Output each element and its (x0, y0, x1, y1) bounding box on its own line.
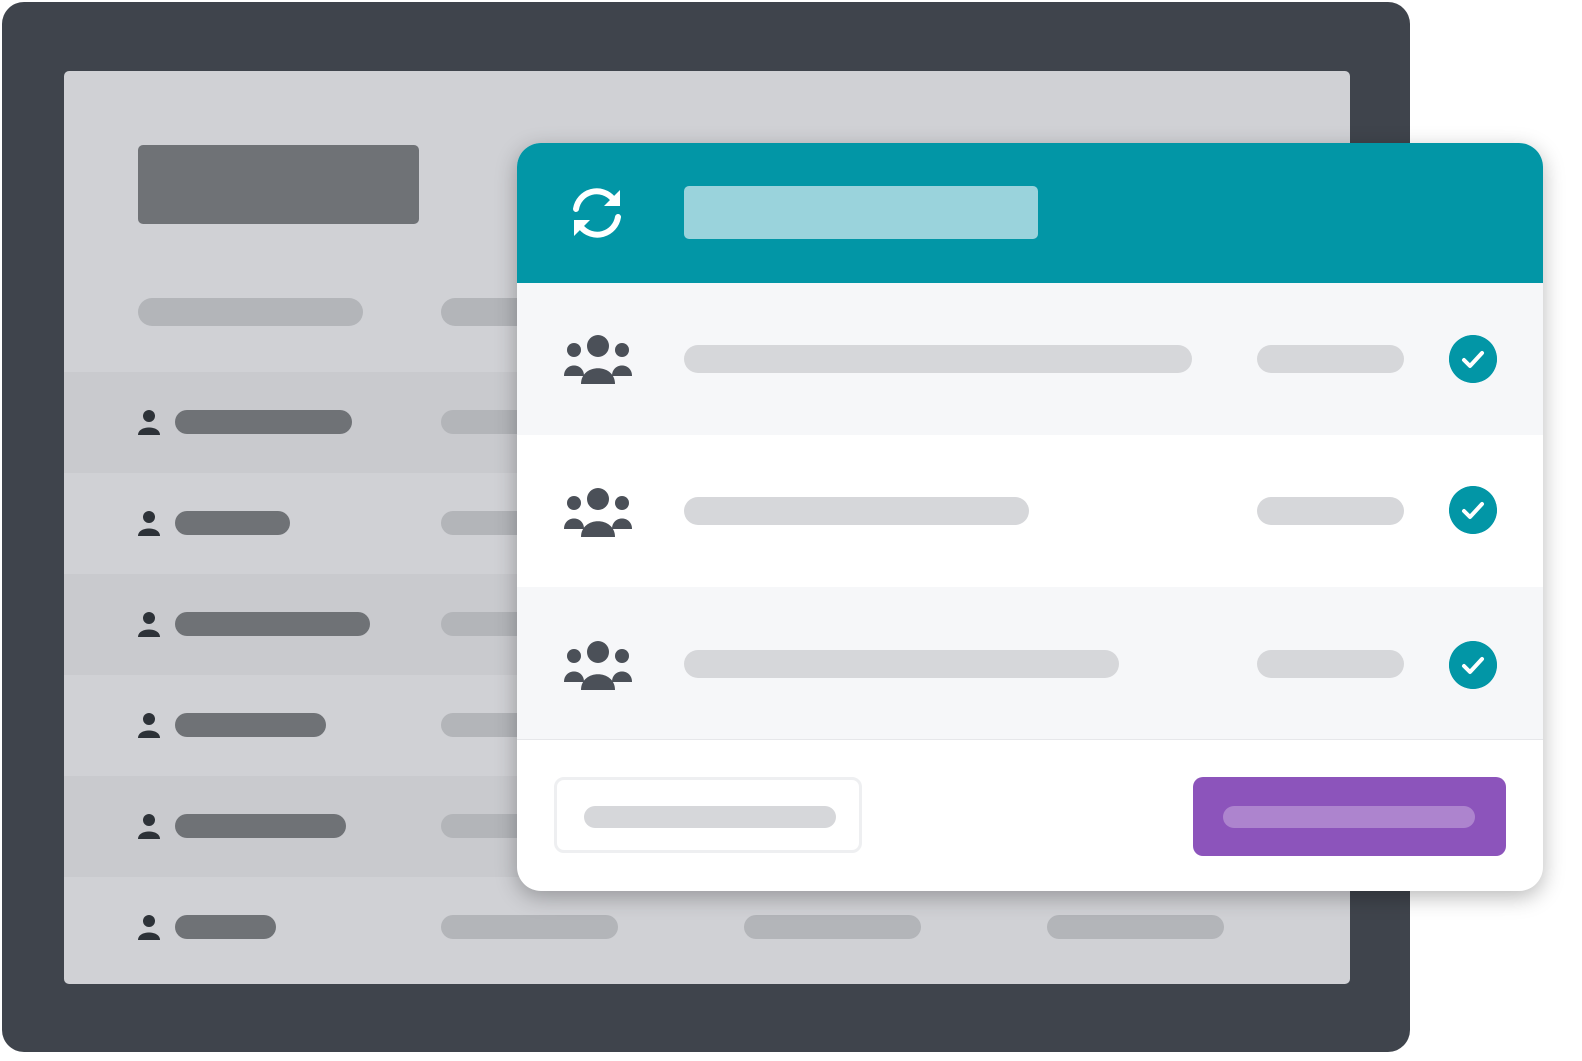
column-header-placeholder (138, 298, 363, 326)
check-circle-icon[interactable] (1449, 641, 1497, 689)
user-icon (138, 814, 160, 839)
user-icon (138, 612, 160, 637)
dialog-title-placeholder (684, 186, 1038, 239)
group-row[interactable] (517, 587, 1543, 739)
cancel-button[interactable] (554, 777, 862, 853)
confirm-label-placeholder (1223, 806, 1475, 828)
confirm-button[interactable] (1193, 777, 1506, 856)
group-name-placeholder (684, 650, 1119, 678)
sync-icon (573, 188, 621, 238)
user-name-placeholder (175, 915, 276, 939)
user-name-placeholder (175, 814, 346, 838)
cancel-label-placeholder (584, 806, 836, 828)
check-circle-icon[interactable] (1449, 335, 1497, 383)
footer-divider (517, 739, 1543, 740)
group-name-placeholder (684, 345, 1192, 373)
users-group-icon (564, 335, 632, 384)
users-group-icon (564, 641, 632, 690)
group-meta-placeholder (1257, 497, 1404, 525)
page-title-placeholder (138, 145, 419, 224)
cell-placeholder (1047, 915, 1224, 939)
group-name-placeholder (684, 497, 1029, 525)
user-name-placeholder (175, 511, 290, 535)
table-row[interactable] (64, 877, 1350, 978)
sync-groups-dialog (517, 143, 1543, 891)
group-row[interactable] (517, 283, 1543, 435)
user-icon (138, 915, 160, 940)
user-name-placeholder (175, 410, 352, 434)
cell-placeholder (441, 915, 618, 939)
user-icon (138, 410, 160, 435)
cell-placeholder (744, 915, 921, 939)
group-row[interactable] (517, 435, 1543, 587)
check-circle-icon[interactable] (1449, 486, 1497, 534)
group-meta-placeholder (1257, 650, 1404, 678)
user-icon (138, 713, 160, 738)
users-group-icon (564, 488, 632, 537)
dialog-header (517, 143, 1543, 283)
user-icon (138, 511, 160, 536)
group-meta-placeholder (1257, 345, 1404, 373)
user-name-placeholder (175, 612, 370, 636)
user-name-placeholder (175, 713, 326, 737)
